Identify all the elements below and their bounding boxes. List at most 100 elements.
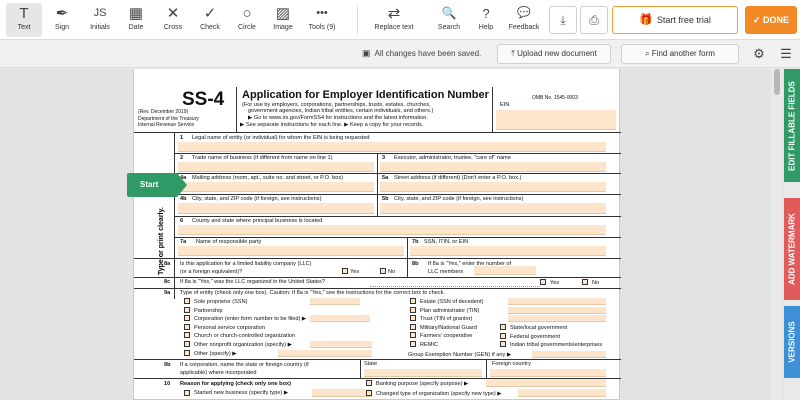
8c-no-checkbox[interactable] <box>582 279 588 285</box>
entity-detail-field[interactable] <box>310 315 370 323</box>
banking-purpose-label: Banking purpose (specify purpose) ▶ <box>376 381 469 387</box>
banking-purpose-checkbox[interactable] <box>366 380 372 386</box>
executor-field[interactable] <box>380 162 606 172</box>
more-icon: ••• <box>316 7 328 19</box>
entity-detail-field[interactable] <box>310 298 360 305</box>
form-page: SS-4 (Rev. December 2019) Department of … <box>133 69 621 400</box>
entity-checkbox[interactable] <box>410 323 416 330</box>
entity-label: Indian tribal governments/enterprises <box>510 342 603 349</box>
toolbar-separator <box>357 6 358 34</box>
line-number: 1 <box>180 135 184 141</box>
8a-yes-checkbox[interactable] <box>342 268 348 274</box>
city-state-zip-2-field[interactable] <box>380 203 606 214</box>
new-business-type-field[interactable] <box>312 389 372 397</box>
print-button[interactable]: ⎙ <box>580 6 608 34</box>
tool-pen-button[interactable]: ✒ Sign <box>45 3 79 37</box>
divider <box>174 173 621 174</box>
county-state-field[interactable] <box>178 225 606 235</box>
entity-checkbox[interactable] <box>410 341 416 347</box>
ssn-itin-ein-field[interactable] <box>410 246 606 256</box>
upload-new-document-button[interactable]: ⤒ Upload new document <box>497 44 611 64</box>
entity-label: Plan administrator (TIN) <box>420 307 480 314</box>
replace-text-button[interactable]: ⇄ Replace text <box>368 3 420 37</box>
search-button[interactable]: 🔍 Search <box>432 3 466 37</box>
tool-more-button[interactable]: ••• Tools (9) <box>303 3 341 37</box>
mailing-address-field[interactable] <box>178 182 374 192</box>
done-button[interactable]: ✓ DONE <box>745 6 797 34</box>
entity-detail-field[interactable] <box>508 315 606 323</box>
tool-calendar-button[interactable]: ▦ Date <box>121 3 151 37</box>
entity-checkbox[interactable] <box>184 332 190 339</box>
entity-detail-field[interactable] <box>278 349 372 357</box>
tool-initials-button[interactable]: JS Initials <box>82 3 118 37</box>
trade-name-field[interactable] <box>178 162 374 172</box>
entity-checkbox[interactable] <box>500 324 506 330</box>
entity-checkbox[interactable] <box>184 341 190 347</box>
yes-label: Yes <box>550 280 560 286</box>
started-new-business-checkbox[interactable] <box>184 390 190 396</box>
yes-label: Yes <box>350 269 360 275</box>
foreign-country-field[interactable] <box>490 369 606 377</box>
state-field[interactable] <box>364 369 482 377</box>
replace-text-label: Replace text <box>374 24 414 31</box>
tool-image-button[interactable]: ▨ Image <box>268 3 298 37</box>
entity-detail-field[interactable] <box>508 306 606 314</box>
line-8a-label-1: Is this application for a limited liabil… <box>180 261 312 267</box>
tool-check-button[interactable]: ✓ Check <box>195 3 225 37</box>
8c-yes-checkbox[interactable] <box>540 279 546 285</box>
llc-members-field[interactable] <box>474 266 536 275</box>
entity-checkbox[interactable] <box>184 315 190 322</box>
entity-detail-field[interactable] <box>508 298 606 305</box>
add-watermark-label: ADD WATERMARK <box>787 213 797 285</box>
check-icon: ✓ <box>203 5 217 22</box>
changed-type-checkbox[interactable] <box>366 390 372 396</box>
tool-cross-button[interactable]: ✕ Cross <box>157 3 189 37</box>
entity-checkbox[interactable] <box>184 306 190 313</box>
find-another-form-button[interactable]: ⌕ Find another form <box>621 44 739 64</box>
feedback-icon: 💬 <box>517 7 531 19</box>
entity-checkbox[interactable] <box>410 306 416 313</box>
entity-checkbox[interactable] <box>184 323 190 330</box>
trial-label: Start free trial <box>656 15 711 25</box>
start-free-trial-button[interactable]: 🎁 Start free trial <box>612 6 738 34</box>
banking-purpose-field[interactable] <box>486 379 606 387</box>
street-address-field[interactable] <box>380 182 606 192</box>
changed-type-field[interactable] <box>518 389 606 397</box>
responsible-party-field[interactable] <box>178 246 404 256</box>
entity-checkbox[interactable] <box>184 349 190 356</box>
add-watermark-tab[interactable]: ADD WATERMARK <box>784 198 800 300</box>
divider <box>174 194 621 195</box>
gift-icon: 🎁 <box>639 14 653 26</box>
done-label: DONE <box>763 15 790 25</box>
versions-tab[interactable]: VERSIONS <box>784 306 800 378</box>
help-label: Help <box>478 24 494 31</box>
line-number: 3 <box>382 155 386 161</box>
settings-gear-icon[interactable]: ⚙ <box>750 45 768 63</box>
entity-label: Personal service corporation <box>194 324 265 331</box>
document-scrollbar[interactable] <box>771 69 783 400</box>
help-button[interactable]: ? Help <box>472 3 500 37</box>
legal-name-field[interactable] <box>178 142 606 152</box>
form-subtitle-2: government agencies, Indian tribal entit… <box>248 108 434 114</box>
start-button[interactable]: Start <box>127 173 187 197</box>
entity-checkbox[interactable] <box>184 298 190 304</box>
entity-detail-field[interactable] <box>310 341 372 348</box>
entity-checkbox[interactable] <box>410 298 416 304</box>
ein-field[interactable] <box>496 110 616 130</box>
download-button[interactable]: ⤓ <box>549 6 577 34</box>
entity-checkbox[interactable] <box>500 341 506 348</box>
entity-checkbox[interactable] <box>410 315 416 322</box>
list-menu-icon[interactable]: ☰ <box>777 45 795 63</box>
tool-text-cursor-button[interactable]: T Text <box>6 3 42 37</box>
calendar-icon: ▦ <box>128 5 144 22</box>
entity-checkbox[interactable] <box>410 332 416 339</box>
edit-fillable-fields-tab[interactable]: EDIT FILLABLE FIELDS <box>784 69 800 182</box>
group-exemption-field[interactable] <box>532 351 606 358</box>
entity-checkbox[interactable] <box>500 332 506 339</box>
scrollbar-thumb[interactable] <box>774 69 780 95</box>
8a-no-checkbox[interactable] <box>380 268 386 274</box>
omb-number: OMB No. 1545-0003 <box>532 95 578 101</box>
tool-circle-button[interactable]: ○ Circle <box>230 3 264 37</box>
city-state-zip-field[interactable] <box>178 203 374 214</box>
feedback-button[interactable]: 💬 Feedback <box>505 3 543 37</box>
